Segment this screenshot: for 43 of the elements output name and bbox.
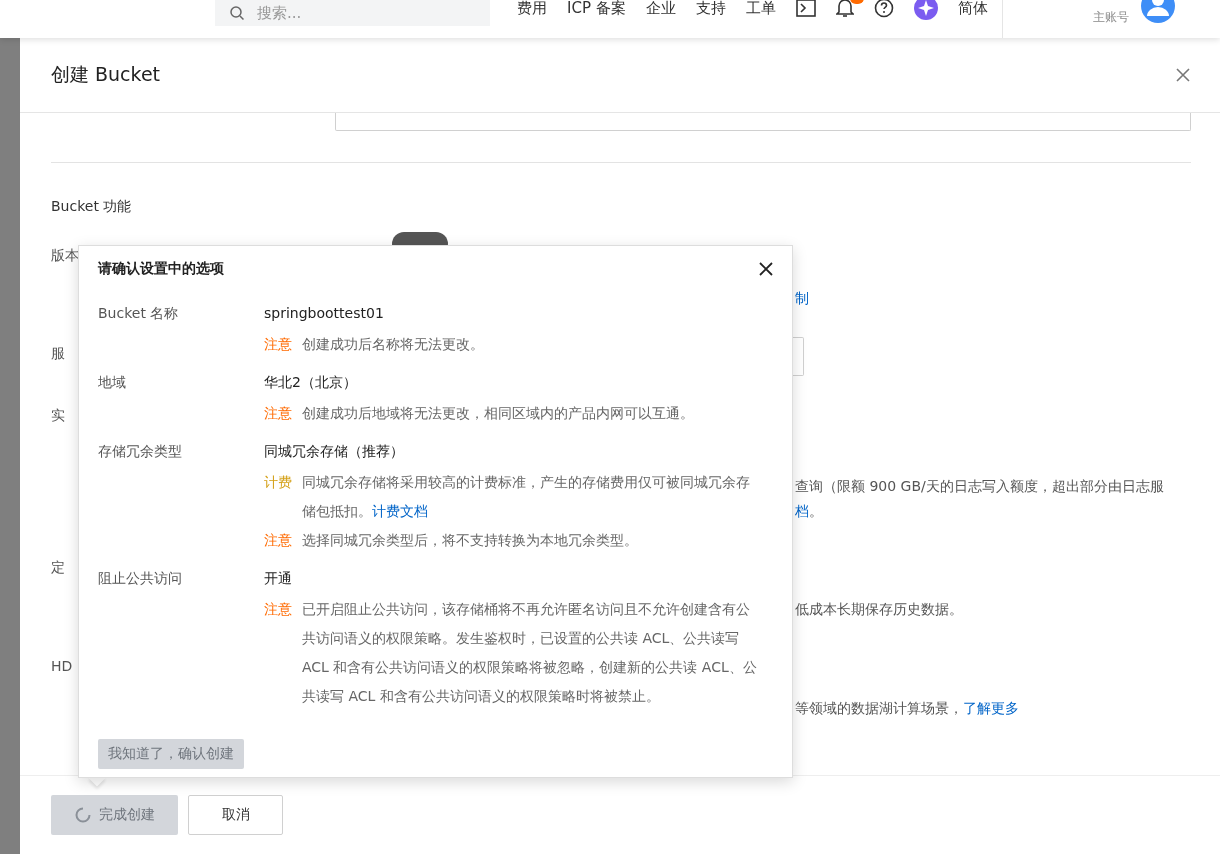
field-label: 版本: [51, 247, 79, 265]
popover-title: 请确认设置中的选项: [98, 260, 224, 278]
setting-value: springboottest01: [264, 304, 385, 323]
help-text: 低成本长期保存历史数据。: [795, 601, 963, 619]
note-text: 创建成功后地域将无法更改，相同区域内的产品内网可以互通。: [302, 404, 695, 423]
footer-button[interactable]: 取消: [188, 795, 283, 835]
nav-link[interactable]: 工单: [745, 0, 776, 18]
nav-link[interactable]: 简体: [957, 0, 988, 18]
note-tag: 注意: [264, 526, 292, 555]
note-tag: 注意: [264, 595, 292, 711]
setting-value: 华北2（北京）: [264, 373, 358, 392]
setting-label: 地域: [98, 373, 127, 392]
help-text: 。: [809, 503, 823, 521]
drawer-title: 创建 Bucket: [51, 62, 161, 87]
nav-link[interactable]: 支持: [695, 0, 726, 18]
field-label: 实: [51, 407, 65, 425]
doc-link[interactable]: 制: [795, 290, 809, 308]
note-tag: 注意: [264, 399, 292, 428]
section-title: Bucket 功能: [51, 197, 133, 216]
doc-link[interactable]: 计费文档: [372, 503, 428, 519]
setting-value: 开通: [264, 569, 293, 588]
help-text: 等领域的数据湖计算场景，: [795, 700, 963, 718]
doc-link[interactable]: 了解更多: [963, 700, 1019, 718]
note-text: 创建成功后名称将无法更改。: [302, 335, 485, 354]
note-text: 同城冗余存储将采用较高的计费标准，产生的存储费用仅可被同城冗余存储包抵扣。计费文档: [302, 473, 751, 521]
note-text: 选择同城冗余类型后，将不支持转换为本地冗余类型。: [302, 531, 639, 550]
account-type: 主账号: [1092, 9, 1129, 26]
note-tag: 计费: [264, 468, 292, 526]
setting-label: 存储冗余类型: [98, 442, 183, 461]
nav-link[interactable]: ICP 备案: [567, 0, 626, 18]
nav-link[interactable]: 费用: [517, 0, 547, 18]
setting-label: Bucket 名称: [98, 304, 180, 323]
field-label: 定: [51, 559, 65, 577]
setting-label: 阻止公共访问: [98, 569, 183, 588]
note-text: 已开启阻止公共访问，该存储桶将不再允许匿名访问且不允许创建含有公共访问语义的权限策略。发生鉴权时，已设置的公共读 ACL、公共读写 ACL 和含有公共访问语义的权限策略将被忽略，创建新的公共读 ACL、公共读写 ACL 和含有公共访问语义的权限策略时将被禁止。: [302, 600, 758, 706]
doc-link[interactable]: 档: [795, 503, 809, 521]
setting-value: 同城冗余存储（推荐）: [264, 442, 405, 461]
field-label: HD: [51, 658, 73, 674]
search-field[interactable]: 搜索...: [215, 0, 490, 26]
field-label: 服: [51, 345, 65, 363]
note-tag: 注意: [264, 330, 292, 359]
help-text: 查询（限额 900 GB/天的日志写入额度，超出部分由日志服: [795, 478, 1164, 496]
nav-link[interactable]: 企业: [645, 0, 676, 18]
